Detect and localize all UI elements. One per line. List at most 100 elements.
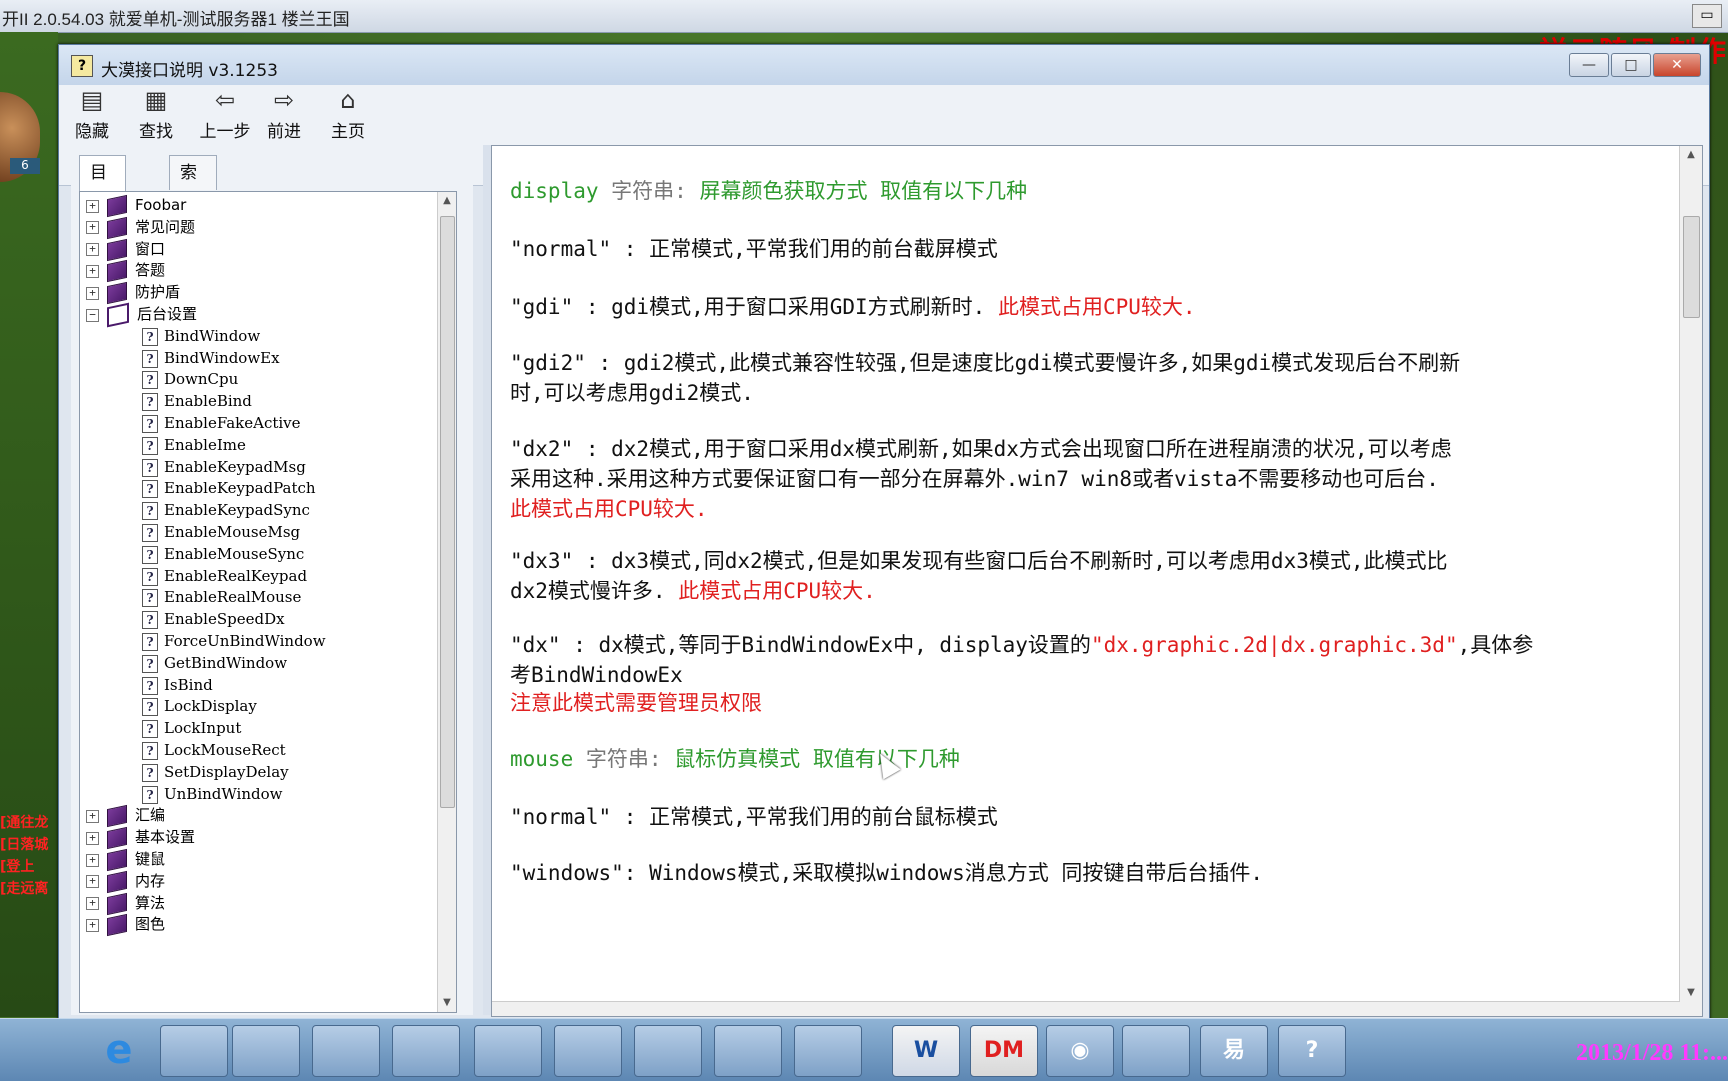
tree-topic-label: EnableMouseMsg <box>164 523 301 541</box>
tree-topic-item[interactable]: ? EnableMouseSync <box>142 543 304 565</box>
app2-icon[interactable]: 易 <box>1200 1025 1268 1077</box>
tree-folder[interactable]: + 窗口 <box>80 238 165 261</box>
tree-topic-item[interactable]: ? UnBindWindow <box>142 783 282 805</box>
back-button[interactable]: ⇦ 上一步 <box>195 85 255 142</box>
tab-contents[interactable]: 目录(C) <box>79 155 127 251</box>
back-arrow-icon: ⇦ <box>214 86 236 114</box>
content-scroll-thumb[interactable] <box>1683 216 1700 318</box>
folder-icon[interactable] <box>160 1025 228 1077</box>
notepad-icon[interactable] <box>1122 1025 1190 1077</box>
warning-text: 此模式占用CPU较大. <box>510 497 708 521</box>
tree-topic-item[interactable]: ? EnableKeypadPatch <box>142 477 316 499</box>
expand-icon[interactable]: + <box>86 853 99 867</box>
scroll-down-icon[interactable]: ▼ <box>1680 984 1702 1002</box>
tree-topic-item[interactable]: ? DownCpu <box>142 368 238 390</box>
window-icon[interactable] <box>312 1025 380 1077</box>
game-map-link[interactable]: [通往龙 <box>0 812 55 832</box>
help-window-titlebar[interactable]: ? 大漠接口说明 v3.1253 — □ ✕ <box>59 45 1709 85</box>
tree-topic-item[interactable]: ? BindWindowEx <box>142 347 280 369</box>
tree-topic-label: BindWindow <box>164 326 261 345</box>
window-icon[interactable] <box>794 1025 862 1077</box>
expand-icon[interactable]: + <box>86 809 99 823</box>
app-icon[interactable]: ◉ <box>1046 1025 1114 1077</box>
tree-topic-item[interactable]: ? EnableKeypadMsg <box>142 456 306 478</box>
tree-topic-item[interactable]: ? GetBindWindow <box>142 652 287 674</box>
tree-topic-item[interactable]: ? LockInput <box>142 717 241 739</box>
expand-icon[interactable]: + <box>86 831 99 845</box>
taskbar-clock[interactable]: 2013/1/28 11:... <box>1576 1040 1728 1067</box>
content-scrollbar[interactable]: ▲ ▼ <box>1679 146 1702 1016</box>
tree-folder[interactable]: + 防护盾 <box>80 281 180 305</box>
tree-topic-label: GetBindWindow <box>164 653 288 672</box>
word-icon[interactable]: W <box>892 1025 960 1077</box>
expand-icon[interactable]: + <box>86 199 99 213</box>
tree-folder[interactable]: + 答题 <box>80 259 165 283</box>
expand-icon[interactable]: + <box>86 221 99 235</box>
tree-topic-item[interactable]: ? EnableKeypadSync <box>142 499 310 521</box>
maximize-button[interactable]: □ <box>1611 53 1651 77</box>
collapse-icon[interactable]: − <box>86 308 99 322</box>
window-icon[interactable] <box>554 1025 622 1077</box>
home-button[interactable]: ⌂ 主页 <box>323 85 373 142</box>
tree-topic-item[interactable]: ? ForceUnBindWindow <box>142 630 326 652</box>
window-icon[interactable] <box>392 1025 460 1077</box>
tree-folder[interactable]: + 内存 <box>80 870 165 893</box>
minimize-button[interactable]: — <box>1569 53 1609 77</box>
tree-folder[interactable]: + 基本设置 <box>80 826 195 850</box>
tree-topic-item[interactable]: ? EnableRealKeypad <box>142 565 307 587</box>
game-icon[interactable] <box>232 1025 300 1077</box>
ie-icon[interactable]: e <box>86 1025 152 1075</box>
tree-topic-item[interactable]: ? EnableFakeActive <box>142 412 301 434</box>
tree-folder[interactable]: + 汇编 <box>80 804 165 828</box>
expand-icon[interactable]: + <box>86 918 99 932</box>
tree-folder[interactable]: − 后台设置 <box>80 302 197 328</box>
help-icon[interactable]: ? <box>1278 1025 1346 1077</box>
expand-icon[interactable]: + <box>86 897 99 911</box>
tree-topic-item[interactable]: ? LockMouseRect <box>142 739 286 761</box>
forward-button[interactable]: ⇨ 前进 <box>259 85 309 142</box>
tab-index[interactable]: 索引(N) <box>169 155 217 251</box>
tree-topic-item[interactable]: ? EnableRealMouse <box>142 586 301 608</box>
close-button[interactable]: ✕ <box>1653 53 1701 77</box>
dm-icon[interactable]: DM <box>970 1025 1038 1077</box>
tree-topic-item[interactable]: ? EnableIme <box>142 434 246 456</box>
expand-icon[interactable]: + <box>86 264 99 278</box>
expand-icon[interactable]: + <box>86 286 99 300</box>
game-map-link[interactable]: [走远离 <box>0 878 55 898</box>
tree-topic-item[interactable]: ? SetDisplayDelay <box>142 761 289 783</box>
tree-scrollbar[interactable]: ▲ ▼ <box>437 192 456 1012</box>
tree-topic-item[interactable]: ? IsBind <box>142 674 213 696</box>
hide-button[interactable]: ▤ 隐藏 <box>67 85 117 142</box>
tree-topic-item[interactable]: ? LockDisplay <box>142 695 257 717</box>
game-map-link[interactable]: [日落城 <box>0 834 55 854</box>
tree-scroll-thumb[interactable] <box>440 216 455 808</box>
scroll-up-icon[interactable]: ▲ <box>438 192 456 210</box>
content-line: dx2模式慢许多. 此模式占用CPU较大. <box>510 576 876 606</box>
window-icon[interactable] <box>714 1025 782 1077</box>
window-icon[interactable] <box>474 1025 542 1077</box>
scroll-down-icon[interactable]: ▼ <box>438 994 456 1012</box>
tree-topic-label: LockInput <box>164 719 242 738</box>
tree-folder[interactable]: + 图色 <box>80 913 165 937</box>
tree-topic-item[interactable]: ? EnableBind <box>142 390 252 412</box>
minimize-button[interactable]: ▭ <box>1692 4 1722 28</box>
topic-page-icon: ? <box>142 611 158 630</box>
tree-folder[interactable]: + 键鼠 <box>80 848 165 872</box>
content-hscrollbar[interactable] <box>492 1001 1680 1016</box>
expand-icon[interactable]: + <box>86 243 99 257</box>
tree-topic-item[interactable]: ? EnableSpeedDx <box>142 608 285 630</box>
expand-icon[interactable]: + <box>86 875 99 889</box>
window-icon[interactable] <box>634 1025 702 1077</box>
param-desc: 鼠标仿真模式 取值有以下几种 <box>674 747 960 771</box>
tree-folder[interactable]: + 算法 <box>80 892 165 915</box>
pane-splitter[interactable] <box>483 145 491 1015</box>
game-window-titlebar[interactable]: 开II 2.0.54.03 就爱单机-测试服务器1 楼兰王国 ▭ <box>0 0 1728 33</box>
tree-topic-item[interactable]: ? EnableMouseMsg <box>142 521 300 543</box>
scroll-up-icon[interactable]: ▲ <box>1680 146 1702 164</box>
param-type: 字符串: <box>611 179 687 203</box>
tree-folder[interactable]: + 常见问题 <box>80 216 195 239</box>
tree-topic-item[interactable]: ? BindWindow <box>142 325 260 347</box>
find-button[interactable]: ▦ 查找 <box>131 85 181 142</box>
tree-folder[interactable]: + Foobar <box>80 194 186 218</box>
game-map-link[interactable]: [登上 <box>0 856 55 876</box>
